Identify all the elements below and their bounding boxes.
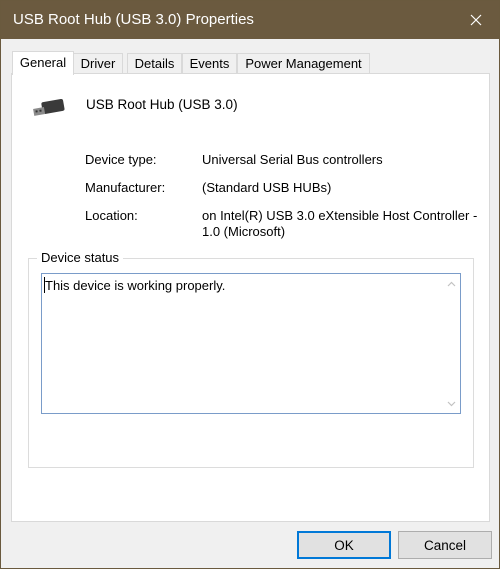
location-value: on Intel(R) USB 3.0 eXtensible Host Cont… — [202, 208, 478, 239]
location-label: Location: — [85, 208, 138, 223]
tab-driver[interactable]: Driver — [73, 53, 123, 74]
manufacturer-value: (Standard USB HUBs) — [202, 180, 332, 195]
close-icon — [470, 14, 482, 26]
device-status-group: Device status This device is working pro… — [28, 250, 474, 468]
tab-power-management-label: Power Management — [245, 56, 362, 71]
cancel-button-label: Cancel — [423, 537, 467, 553]
scroll-down-icon[interactable] — [446, 398, 457, 409]
manufacturer-label: Manufacturer: — [85, 180, 166, 195]
close-button[interactable] — [453, 1, 499, 39]
properties-dialog: USB Root Hub (USB 3.0) Properties Genera… — [0, 0, 500, 569]
tab-general[interactable]: General — [12, 51, 74, 75]
tab-details[interactable]: Details — [127, 53, 182, 74]
status-scrollbar[interactable] — [443, 274, 460, 413]
device-status-textbox[interactable]: This device is working properly. — [41, 273, 461, 414]
general-tab-panel: USB Root Hub (USB 3.0) Device type: Univ… — [11, 73, 490, 522]
ok-button[interactable]: OK — [297, 531, 391, 559]
device-status-legend: Device status — [37, 250, 124, 265]
ok-button-label: OK — [334, 537, 354, 553]
device-type-label: Device type: — [85, 152, 157, 167]
tab-power-management[interactable]: Power Management — [237, 53, 370, 74]
tab-events[interactable]: Events — [182, 53, 237, 74]
usb-device-icon — [33, 98, 65, 116]
tab-events-label: Events — [189, 56, 230, 71]
tab-details-label: Details — [134, 56, 175, 71]
device-type-value: Universal Serial Bus controllers — [202, 152, 383, 167]
cancel-button[interactable]: Cancel — [398, 531, 492, 559]
scroll-up-icon[interactable] — [446, 278, 457, 289]
tab-driver-label: Driver — [80, 56, 116, 71]
device-status-text: This device is working properly. — [45, 278, 226, 293]
device-name: USB Root Hub (USB 3.0) — [86, 97, 238, 112]
window-title: USB Root Hub (USB 3.0) Properties — [13, 11, 254, 28]
tab-general-label: General — [19, 55, 67, 70]
title-bar[interactable]: USB Root Hub (USB 3.0) Properties — [1, 1, 499, 39]
